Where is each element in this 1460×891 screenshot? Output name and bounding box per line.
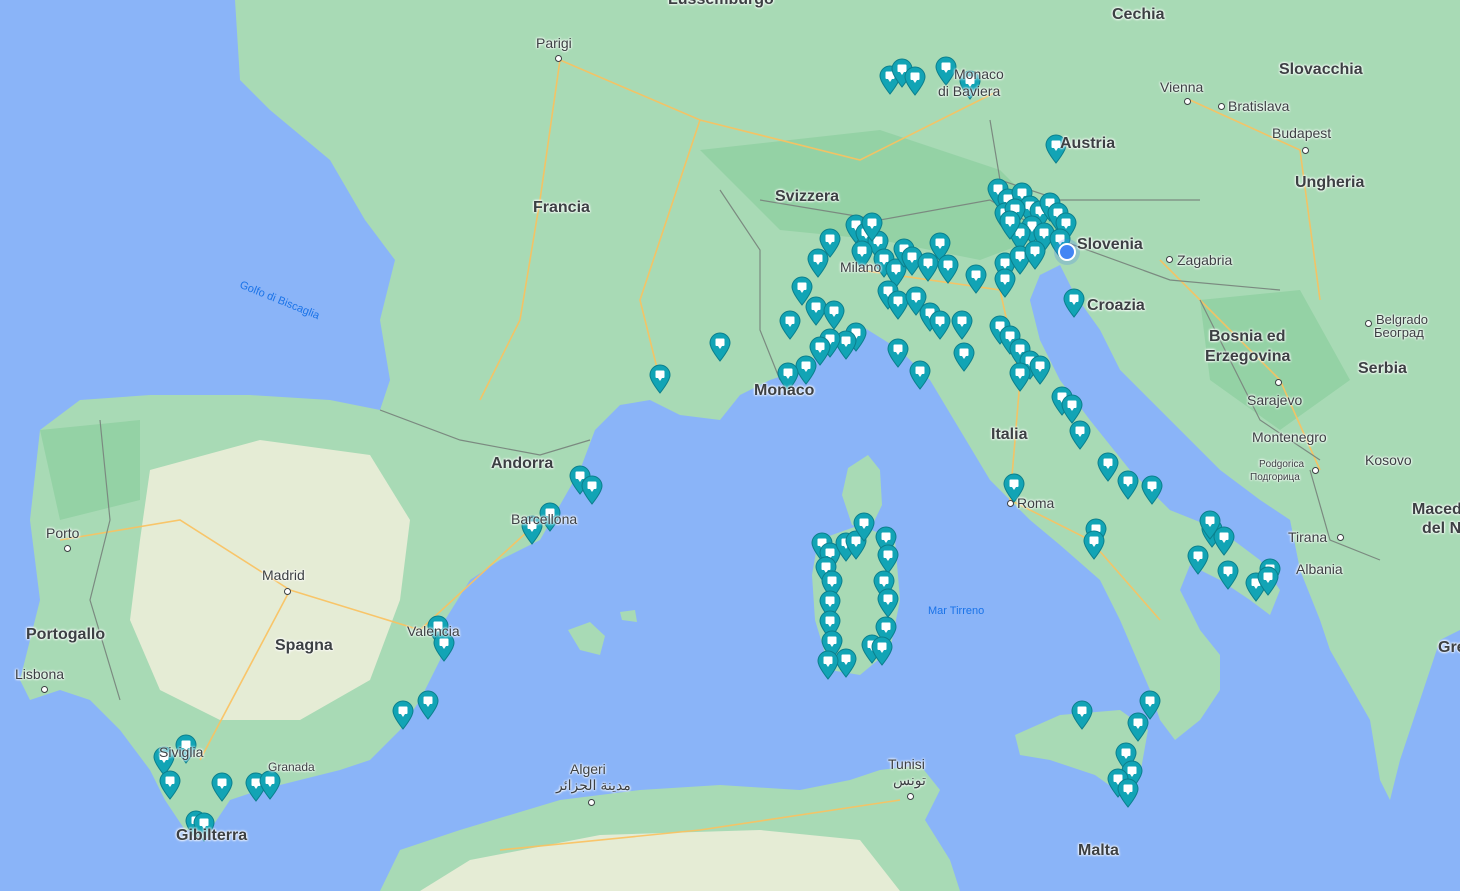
- current-location-icon[interactable]: [1058, 243, 1076, 261]
- map-pin-icon[interactable]: [871, 636, 893, 666]
- map-pin-icon[interactable]: [581, 475, 603, 505]
- map-pin-icon[interactable]: [211, 772, 233, 802]
- map-pin-icon[interactable]: [953, 342, 975, 372]
- map-pin-icon[interactable]: [999, 210, 1021, 240]
- city-dot-lisbon: [41, 686, 48, 693]
- map-pin-icon[interactable]: [1083, 530, 1105, 560]
- city-dot-podgorica: [1312, 467, 1319, 474]
- city-dot-porto: [64, 545, 71, 552]
- city-dot-belgrade: [1365, 320, 1372, 327]
- map-pin-icon[interactable]: [1257, 566, 1279, 596]
- map-pin-icon[interactable]: [1097, 452, 1119, 482]
- city-dot-budapest: [1302, 147, 1309, 154]
- map-pin-icon[interactable]: [1117, 470, 1139, 500]
- map-pin-icon[interactable]: [709, 332, 731, 362]
- map-pin-icon[interactable]: [1141, 475, 1163, 505]
- map-pin-icon[interactable]: [1029, 355, 1051, 385]
- map-pin-icon[interactable]: [1199, 510, 1221, 540]
- city-dot-paris: [555, 55, 562, 62]
- map-pin-icon[interactable]: [1217, 560, 1239, 590]
- map-pin-icon[interactable]: [175, 734, 197, 764]
- map-pin-icon[interactable]: [779, 310, 801, 340]
- map-pin-icon[interactable]: [937, 254, 959, 284]
- city-dot-algiers: [588, 799, 595, 806]
- map-pin-icon[interactable]: [1003, 473, 1025, 503]
- city-dot-madrid: [284, 588, 291, 595]
- map-pin-icon[interactable]: [1117, 778, 1139, 808]
- map-pin-icon[interactable]: [965, 264, 987, 294]
- map-pin-icon[interactable]: [929, 310, 951, 340]
- city-dot-tunis: [907, 793, 914, 800]
- map-pin-icon[interactable]: [909, 360, 931, 390]
- map-pin-icon[interactable]: [433, 632, 455, 662]
- map-pin-icon[interactable]: [649, 364, 671, 394]
- map-pin-icon[interactable]: [392, 700, 414, 730]
- map-pin-icon[interactable]: [521, 515, 543, 545]
- map-pin-icon[interactable]: [951, 310, 973, 340]
- map-canvas[interactable]: Lussemburgo Cechia Parigi Slovacchia Mon…: [0, 0, 1460, 891]
- map-pin-icon[interactable]: [1187, 545, 1209, 575]
- map-pin-icon[interactable]: [817, 650, 839, 680]
- map-pin-icon[interactable]: [861, 212, 883, 242]
- map-pin-icon[interactable]: [159, 770, 181, 800]
- map-pin-icon[interactable]: [417, 690, 439, 720]
- city-dot-vienna: [1184, 98, 1191, 105]
- map-pin-icon[interactable]: [1069, 420, 1091, 450]
- iberia-plateau: [130, 440, 410, 720]
- map-pin-icon[interactable]: [1045, 134, 1067, 164]
- map-pin-icon[interactable]: [1063, 288, 1085, 318]
- city-dot-tirana: [1337, 534, 1344, 541]
- map-pin-icon[interactable]: [1127, 712, 1149, 742]
- map-pin-icon[interactable]: [877, 588, 899, 618]
- city-dot-zagreb: [1166, 256, 1173, 263]
- city-dot-bratislava: [1218, 103, 1225, 110]
- map-pin-icon[interactable]: [807, 248, 829, 278]
- map-pin-icon[interactable]: [193, 812, 215, 842]
- map-pin-icon[interactable]: [1071, 700, 1093, 730]
- map-pin-icon[interactable]: [959, 70, 981, 100]
- map-pin-icon[interactable]: [259, 770, 281, 800]
- map-pin-icon[interactable]: [1009, 362, 1031, 392]
- city-dot-sarajevo: [1275, 379, 1282, 386]
- map-pin-icon[interactable]: [777, 362, 799, 392]
- map-base: [0, 0, 1460, 891]
- map-pin-icon[interactable]: [904, 66, 926, 96]
- city-dot-rome: [1007, 500, 1014, 507]
- map-pin-icon[interactable]: [994, 268, 1016, 298]
- map-pin-icon[interactable]: [853, 512, 875, 542]
- map-pin-icon[interactable]: [1024, 240, 1046, 270]
- map-pin-icon[interactable]: [887, 338, 909, 368]
- map-pin-icon[interactable]: [935, 56, 957, 86]
- map-pin-icon[interactable]: [851, 240, 873, 270]
- map-pin-icon[interactable]: [823, 300, 845, 330]
